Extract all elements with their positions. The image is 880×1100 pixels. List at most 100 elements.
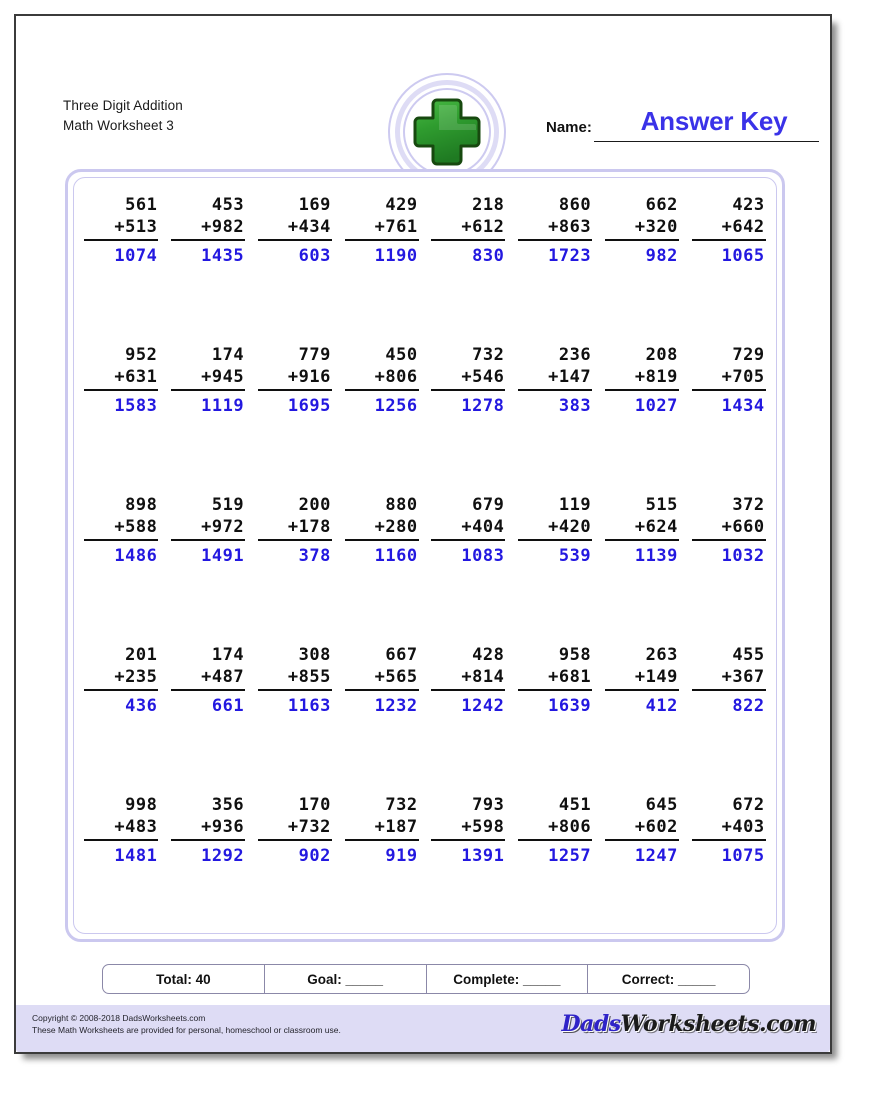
addition-problem: 515 +624 1139 bbox=[604, 494, 679, 568]
problem-row: 201 +235 436 174 +487 661 308 +855 1163 667 +565 12… bbox=[78, 644, 772, 794]
name-write-line[interactable] bbox=[594, 141, 819, 142]
addition-problem: 679 +404 1083 bbox=[431, 494, 506, 568]
problem-grid: 561 +513 1074 453 +982 1435 169 +434 603 429 +761 1… bbox=[74, 178, 776, 933]
score-bar: Total: 40 Goal: _____ Complete: _____ Co… bbox=[102, 964, 750, 994]
problem-cell: 218 +612 830 bbox=[425, 194, 512, 344]
addend-bottom: +945 bbox=[171, 366, 246, 391]
problem-cell: 200 +178 378 bbox=[252, 494, 339, 644]
problem-cell: 958 +681 1639 bbox=[512, 644, 599, 794]
addend-bottom: +403 bbox=[691, 816, 766, 841]
problems-panel: 561 +513 1074 453 +982 1435 169 +434 603 429 +761 1… bbox=[65, 169, 785, 942]
answer-value: 1723 bbox=[548, 246, 592, 266]
addition-problem: 451 +806 1257 bbox=[518, 794, 593, 868]
dadsworksheets-logo[interactable]: DadsWorksheets.com bbox=[561, 1011, 817, 1037]
addend-top: 170 bbox=[298, 795, 331, 815]
problem-cell: 898 +588 1486 bbox=[78, 494, 165, 644]
addend-bottom: +681 bbox=[518, 666, 593, 691]
addition-problem: 519 +972 1491 bbox=[171, 494, 246, 568]
problem-cell: 455 +367 822 bbox=[685, 644, 772, 794]
addend-bottom: +235 bbox=[84, 666, 159, 691]
addend-bottom: +546 bbox=[431, 366, 506, 391]
addend-bottom: +483 bbox=[84, 816, 159, 841]
problems-panel-inner-border: 561 +513 1074 453 +982 1435 169 +434 603 429 +761 1… bbox=[73, 177, 777, 934]
addend-bottom: +761 bbox=[344, 216, 419, 241]
addition-problem: 672 +403 1075 bbox=[691, 794, 766, 868]
answer-value: 1695 bbox=[287, 396, 331, 416]
addend-top: 372 bbox=[732, 495, 765, 515]
answer-value: 1486 bbox=[114, 546, 158, 566]
addition-problem: 732 +546 1278 bbox=[431, 344, 506, 418]
addition-problem: 236 +147 383 bbox=[518, 344, 593, 418]
answer-value: 1247 bbox=[634, 846, 678, 866]
addend-top: 515 bbox=[645, 495, 678, 515]
problem-cell: 667 +565 1232 bbox=[338, 644, 425, 794]
addition-problem: 667 +565 1232 bbox=[344, 644, 419, 718]
correct-cell[interactable]: Correct: _____ bbox=[588, 965, 749, 993]
addend-bottom: +705 bbox=[691, 366, 766, 391]
addend-top: 667 bbox=[385, 645, 418, 665]
answer-key-label: Answer Key bbox=[640, 106, 788, 136]
addend-top: 662 bbox=[645, 195, 678, 215]
addend-bottom: +624 bbox=[604, 516, 679, 541]
addend-top: 519 bbox=[211, 495, 245, 515]
answer-value: 1481 bbox=[114, 846, 158, 866]
addition-problem: 793 +598 1391 bbox=[431, 794, 506, 868]
addend-top: 174 bbox=[211, 645, 245, 665]
addition-problem: 356 +936 1292 bbox=[171, 794, 246, 868]
complete-cell[interactable]: Complete: _____ bbox=[427, 965, 589, 993]
addend-top: 263 bbox=[645, 645, 678, 665]
addition-problem: 860 +863 1723 bbox=[518, 194, 593, 268]
addend-bottom: +642 bbox=[691, 216, 766, 241]
addend-top: 174 bbox=[211, 345, 245, 365]
answer-value: 1292 bbox=[201, 846, 245, 866]
addition-problem: 119 +420 539 bbox=[518, 494, 593, 568]
copyright-block: Copyright © 2008-2018 DadsWorksheets.com… bbox=[32, 1012, 341, 1036]
addend-bottom: +588 bbox=[84, 516, 159, 541]
copyright-line-1: Copyright © 2008-2018 DadsWorksheets.com bbox=[32, 1013, 206, 1023]
problem-cell: 201 +235 436 bbox=[78, 644, 165, 794]
addend-top: 428 bbox=[472, 645, 505, 665]
addition-problem: 779 +916 1695 bbox=[257, 344, 332, 418]
problem-cell: 860 +863 1723 bbox=[512, 194, 599, 344]
addition-problem: 450 +806 1256 bbox=[344, 344, 419, 418]
addition-problem: 662 +320 982 bbox=[604, 194, 679, 268]
answer-value: 1242 bbox=[461, 696, 505, 716]
page-footer: Copyright © 2008-2018 DadsWorksheets.com… bbox=[16, 1005, 830, 1052]
brand-part-dads: Dads bbox=[561, 1011, 622, 1037]
addend-top: 423 bbox=[732, 195, 765, 215]
answer-value: 412 bbox=[645, 696, 678, 716]
addend-top: 672 bbox=[732, 795, 765, 815]
addend-top: 793 bbox=[472, 795, 505, 815]
problem-row: 898 +588 1486 519 +972 1491 200 +178 378 880 +280 1… bbox=[78, 494, 772, 644]
addend-top: 998 bbox=[125, 795, 158, 815]
problem-cell: 119 +420 539 bbox=[512, 494, 599, 644]
answer-value: 436 bbox=[125, 696, 158, 716]
answer-value: 1257 bbox=[548, 846, 592, 866]
goal-cell[interactable]: Goal: _____ bbox=[265, 965, 427, 993]
addend-bottom: +732 bbox=[257, 816, 332, 841]
addition-problem: 423 +642 1065 bbox=[691, 194, 766, 268]
problem-cell: 561 +513 1074 bbox=[78, 194, 165, 344]
addition-problem: 998 +483 1481 bbox=[84, 794, 159, 868]
problem-cell: 174 +945 1119 bbox=[165, 344, 252, 494]
problem-cell: 308 +855 1163 bbox=[252, 644, 339, 794]
addend-top: 218 bbox=[472, 195, 505, 215]
addend-top: 898 bbox=[125, 495, 158, 515]
answer-value: 1639 bbox=[548, 696, 592, 716]
addend-top: 732 bbox=[385, 795, 418, 815]
problem-cell: 729 +705 1434 bbox=[685, 344, 772, 494]
answer-value: 383 bbox=[558, 396, 592, 416]
addend-bottom: +806 bbox=[518, 816, 593, 841]
answer-value: 1083 bbox=[461, 546, 505, 566]
addition-problem: 455 +367 822 bbox=[691, 644, 766, 718]
addend-top: 779 bbox=[298, 345, 331, 365]
addend-bottom: +565 bbox=[344, 666, 419, 691]
addend-bottom: +320 bbox=[604, 216, 679, 241]
problem-cell: 356 +936 1292 bbox=[165, 794, 252, 934]
addition-problem: 201 +235 436 bbox=[84, 644, 159, 718]
worksheet-header: Three Digit Addition Math Worksheet 3 Na… bbox=[16, 16, 830, 191]
addition-problem: 170 +732 902 bbox=[257, 794, 332, 868]
problem-cell: 263 +149 412 bbox=[599, 644, 686, 794]
answer-value: 1074 bbox=[114, 246, 158, 266]
answer-value: 830 bbox=[472, 246, 505, 266]
